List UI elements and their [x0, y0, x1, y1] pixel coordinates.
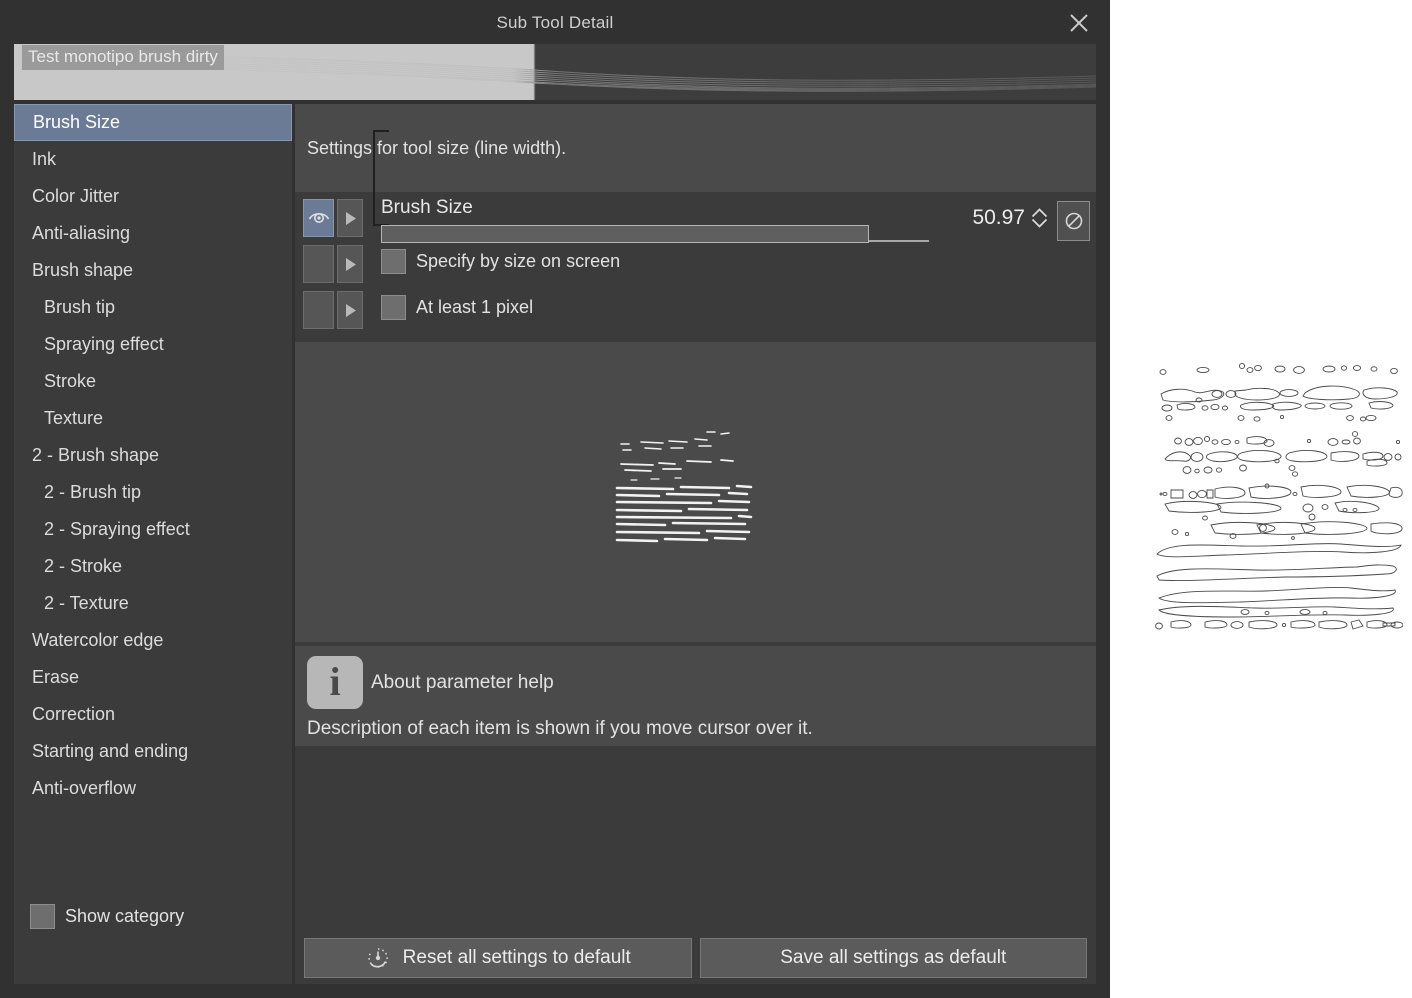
- dialog-footer: Reset all settings to default Save all s…: [295, 932, 1096, 984]
- specify-size-toggle-icon[interactable]: [303, 245, 334, 283]
- sidebar-item-2-brush-shape[interactable]: 2 - Brush shape: [14, 437, 292, 474]
- specify-size-label: Specify by size on screen: [416, 251, 621, 271]
- dialog-body: Brush Size Ink Color Jitter Anti-aliasing Br…: [14, 104, 1096, 984]
- sidebar-item-color-jitter[interactable]: Color Jitter: [14, 178, 292, 215]
- brush-size-value[interactable]: 50.97: [972, 206, 1025, 230]
- brush-name-label: Test monotipo brush dirty: [22, 45, 224, 70]
- stroke-preview-area: [295, 342, 1096, 642]
- at-least-1-pixel-toggle-icon[interactable]: [303, 291, 334, 329]
- sidebar-item-correction[interactable]: Correction: [14, 696, 292, 733]
- at-least-1-pixel-label: At least 1 pixel: [416, 297, 534, 317]
- save-all-settings-button[interactable]: Save all settings as default: [699, 938, 1087, 978]
- at-least-1-pixel-check-row[interactable]: At least 1 pixel: [381, 295, 533, 320]
- category-list: Brush Size Ink Color Jitter Anti-aliasing Br…: [14, 104, 292, 892]
- sidebar-item-anti-overflow[interactable]: Anti-overflow: [14, 770, 292, 807]
- canvas-artwork: [1145, 358, 1404, 630]
- sidebar-item-2-spraying-effect[interactable]: 2 - Spraying effect: [14, 511, 292, 548]
- at-least-1-pixel-expand-icon[interactable]: [337, 291, 363, 329]
- sidebar-item-texture[interactable]: Texture: [14, 400, 292, 437]
- reset-all-settings-button[interactable]: Reset all settings to default: [304, 938, 692, 978]
- sidebar-item-watercolor-edge[interactable]: Watercolor edge: [14, 622, 292, 659]
- specify-size-checkbox[interactable]: [381, 249, 406, 274]
- help-title: About parameter help: [371, 671, 554, 693]
- chevron-down-icon: [1031, 218, 1048, 228]
- canvas-artwork-strokes: [1155, 362, 1404, 630]
- sidebar-item-2-brush-tip[interactable]: 2 - Brush tip: [14, 474, 292, 511]
- sidebar-item-2-stroke[interactable]: 2 - Stroke: [14, 548, 292, 585]
- sidebar-item-brush-size[interactable]: Brush Size: [14, 104, 292, 141]
- at-least-1-pixel-checkbox[interactable]: [381, 295, 406, 320]
- eye-icon[interactable]: [303, 199, 334, 237]
- reset-all-settings-label: Reset all settings to default: [402, 947, 631, 968]
- brush-size-control: Brush Size 50.97: [381, 196, 1096, 245]
- sidebar-item-2-texture[interactable]: 2 - Texture: [14, 585, 292, 622]
- sidebar-item-brush-shape[interactable]: Brush shape: [14, 252, 292, 289]
- brush-size-stepper[interactable]: [1031, 208, 1048, 228]
- dialog-title: Sub Tool Detail: [496, 13, 614, 32]
- sidebar-item-spraying-effect[interactable]: Spraying effect: [14, 326, 292, 363]
- sidebar-item-stroke[interactable]: Stroke: [14, 363, 292, 400]
- sub-tool-detail-dialog: Sub Tool Detail Test monotipo brush dirt…: [0, 0, 1110, 998]
- sidebar-item-erase[interactable]: Erase: [14, 659, 292, 696]
- sidebar-footer-spacer: [14, 940, 292, 984]
- panel-filler: [295, 746, 1096, 932]
- parameter-group: Brush Size 50.97 Specify by size on scre…: [295, 130, 1096, 338]
- option-row-specify-size: Specify by size on screen: [295, 242, 1096, 288]
- stroke-preview-image: [615, 431, 752, 543]
- clock-reset-icon: [367, 948, 388, 968]
- option-row-at-least-1-pixel: At least 1 pixel: [295, 288, 1096, 334]
- help-box: i About parameter help Description of ea…: [295, 646, 1096, 746]
- close-icon[interactable]: [1064, 8, 1094, 38]
- circle-slash-icon[interactable]: [1057, 201, 1090, 241]
- sidebar-item-ink[interactable]: Ink: [14, 141, 292, 178]
- info-icon: i: [307, 656, 363, 709]
- save-all-settings-label: Save all settings as default: [780, 947, 1007, 968]
- screen: Sub Tool Detail Test monotipo brush dirt…: [0, 0, 1412, 998]
- sidebar-item-anti-aliasing[interactable]: Anti-aliasing: [14, 215, 292, 252]
- brush-size-value-area: 50.97: [972, 206, 1048, 230]
- brush-size-row: Brush Size 50.97: [295, 196, 1096, 245]
- specify-size-expand-icon[interactable]: [337, 245, 363, 283]
- category-sidebar: Brush Size Ink Color Jitter Anti-aliasing Br…: [14, 104, 292, 984]
- chevron-up-icon: [1031, 208, 1048, 218]
- specify-size-check-row[interactable]: Specify by size on screen: [381, 249, 620, 274]
- panel-description: Settings for tool size (line width).: [295, 104, 1096, 192]
- dialog-titlebar: Sub Tool Detail: [0, 0, 1110, 46]
- help-header: i About parameter help: [307, 656, 1084, 709]
- slider-fill: [381, 225, 869, 243]
- brush-preview-strip: Test monotipo brush dirty: [14, 44, 1096, 100]
- brush-size-expand-icon[interactable]: [337, 199, 363, 237]
- settings-panel: Settings for tool size (line width). Bru…: [295, 104, 1096, 984]
- help-description: Description of each item is shown if you…: [307, 718, 813, 739]
- sidebar-item-starting-and-ending[interactable]: Starting and ending: [14, 733, 292, 770]
- show-category-checkbox[interactable]: [30, 903, 55, 929]
- dialog-bottom-edge: [0, 984, 1110, 998]
- show-category-label: Show category: [65, 905, 185, 926]
- show-category-row[interactable]: Show category: [14, 892, 292, 940]
- sidebar-item-brush-tip[interactable]: Brush tip: [14, 289, 292, 326]
